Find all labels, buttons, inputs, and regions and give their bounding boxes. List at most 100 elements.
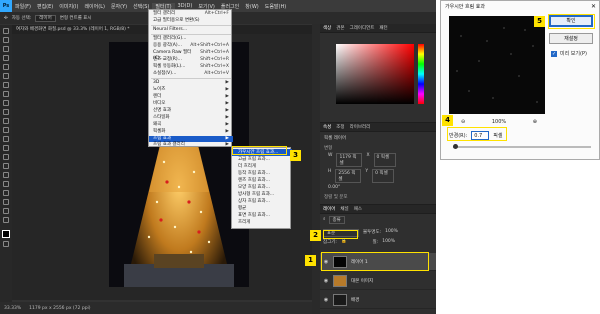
auto-select-label[interactable]: 자동 선택:: [12, 15, 32, 21]
eyedropper-tool-icon[interactable]: [3, 82, 9, 88]
zoom-level[interactable]: 33.33%: [4, 306, 21, 311]
menu-item[interactable]: 응용 광각(A)... Alt+Shift+Ctrl+A: [149, 43, 233, 49]
menu-item[interactable]: 노이즈 ▶: [149, 87, 233, 93]
brush-tool-icon[interactable]: [3, 100, 9, 106]
path-select-tool-icon[interactable]: [3, 181, 9, 187]
zoom-in-icon[interactable]: ⊕: [533, 119, 537, 127]
transform-controls-label[interactable]: 변형 컨트롤 표시: [60, 15, 92, 21]
lasso-tool-icon[interactable]: [3, 46, 9, 52]
eraser-tool-icon[interactable]: [3, 127, 9, 133]
x-field[interactable]: 0 픽셀: [373, 153, 396, 167]
menu-item[interactable]: 흐림 효과 갤러리 ▶: [149, 142, 233, 148]
tab-gradients[interactable]: 그레이디언트: [350, 24, 375, 32]
healing-tool-icon[interactable]: [3, 91, 9, 97]
menu-type[interactable]: 문자(Y): [108, 3, 130, 10]
menu-item[interactable]: 렌즈 교정(R)... Shift+Ctrl+R: [149, 57, 233, 63]
h-field[interactable]: 2556 픽셀: [335, 169, 362, 183]
y-field[interactable]: 0 픽셀: [372, 169, 395, 183]
layer-name[interactable]: 대본 이미지: [351, 278, 373, 284]
menu-item[interactable]: 필터 갤러리(G)...: [149, 36, 233, 42]
marquee-tool-icon[interactable]: [3, 37, 9, 43]
tab-libraries[interactable]: 라이브러리: [350, 123, 371, 131]
quick-mask-icon[interactable]: [3, 241, 9, 247]
dodge-tool-icon[interactable]: [3, 154, 9, 160]
submenu-item[interactable]: 모양 흐림 효과...: [232, 184, 292, 191]
eye-icon[interactable]: ◉: [323, 297, 329, 303]
submenu-item[interactable]: 흐리게: [232, 219, 292, 226]
menu-item[interactable]: 선명 효과 ▶: [149, 108, 233, 114]
eye-icon[interactable]: ◉: [323, 278, 329, 284]
radius-slider[interactable]: [453, 144, 591, 149]
layer-row-3[interactable]: ◉ 배경: [320, 291, 436, 309]
edit-toolbar-icon[interactable]: [3, 217, 9, 223]
menu-item[interactable]: 필터 갤러리 Alt+Ctrl+F: [149, 11, 233, 17]
stamp-tool-icon[interactable]: [3, 109, 9, 115]
gradient-tool-icon[interactable]: [3, 136, 9, 142]
submenu-item[interactable]: 렌즈 흐림 효과...: [232, 177, 292, 184]
menu-image[interactable]: 이미지(I): [56, 3, 81, 10]
frame-tool-icon[interactable]: [3, 73, 9, 79]
shape-tool-icon[interactable]: [3, 190, 9, 196]
menu-edit[interactable]: 편집(E): [34, 3, 56, 10]
menu-item[interactable]: 비디오 ▶: [149, 101, 233, 107]
menu-item[interactable]: 픽셀화 ▶: [149, 129, 233, 135]
menu-help[interactable]: 도움말(H): [262, 3, 289, 10]
menu-layer[interactable]: 레이어(L): [81, 3, 108, 10]
submenu-item[interactable]: 동작 흐림 효과...: [232, 170, 292, 177]
quick-select-tool-icon[interactable]: [3, 55, 9, 61]
layer-name[interactable]: 배경: [351, 297, 359, 303]
menu-item[interactable]: Camera Raw 필터(C)... Shift+Ctrl+A: [149, 50, 233, 61]
type-tool-icon[interactable]: [3, 172, 9, 178]
blur-preview[interactable]: [449, 16, 545, 114]
crop-tool-icon[interactable]: [3, 64, 9, 70]
hand-tool-icon[interactable]: [3, 199, 9, 205]
tab-layers[interactable]: 레이어: [323, 205, 335, 213]
preview-label[interactable]: 미리 보기(P): [560, 50, 587, 57]
radius-slider-handle[interactable]: [453, 144, 458, 149]
tab-patterns[interactable]: 패턴: [379, 24, 387, 32]
tab-color[interactable]: 색상: [323, 24, 331, 32]
opacity-field[interactable]: 100%: [385, 229, 398, 237]
submenu-item[interactable]: 방사형 흐림 효과...: [232, 191, 292, 198]
tab-properties[interactable]: 속성: [323, 123, 331, 131]
angle-field[interactable]: 0.00°: [320, 184, 436, 191]
tab-adjustments[interactable]: 조정: [336, 123, 344, 131]
reset-button[interactable]: 재설정: [549, 33, 593, 44]
lock-icon[interactable]: 🔒: [341, 239, 347, 245]
preview-checkbox[interactable]: ✓: [551, 50, 557, 57]
zoom-tool-icon[interactable]: [3, 208, 9, 214]
menu-item[interactable]: 스타일화 ▶: [149, 115, 233, 121]
tab-paths[interactable]: 패스: [354, 205, 362, 213]
layer-row-2[interactable]: ◉ 대본 이미지: [320, 272, 436, 290]
move-tool-icon[interactable]: ✣: [4, 16, 8, 21]
pen-tool-icon[interactable]: [3, 163, 9, 169]
menu-item[interactable]: 픽셀 유동화(L)... Shift+Ctrl+X: [149, 64, 233, 70]
color-picker-field[interactable]: [336, 44, 414, 104]
blur-tool-icon[interactable]: [3, 145, 9, 151]
submenu-item[interactable]: 고급 흐림 효과...: [232, 156, 292, 163]
close-icon[interactable]: ✕: [591, 1, 600, 13]
foreground-color-swatch[interactable]: [2, 230, 10, 238]
submenu-item[interactable]: 평균: [232, 205, 292, 212]
submenu-item[interactable]: 표면 흐림 효과...: [232, 212, 292, 219]
menu-item[interactable]: 3D ▶: [149, 80, 233, 86]
menu-item[interactable]: 왜곡 ▶: [149, 122, 233, 128]
layer-kind-filter[interactable]: 종류: [328, 216, 345, 224]
move-tool-icon[interactable]: [3, 28, 9, 34]
hue-slider[interactable]: [418, 44, 424, 104]
layer-select-dropdown[interactable]: 레이어: [35, 14, 56, 22]
history-brush-tool-icon[interactable]: [3, 118, 9, 124]
zoom-out-icon[interactable]: ⊖: [461, 119, 465, 127]
menu-file[interactable]: 파일(F): [12, 3, 34, 10]
w-field[interactable]: 1179 픽셀: [336, 153, 363, 167]
submenu-item[interactable]: 상자 흐림 효과...: [232, 198, 292, 205]
preview-checkbox-row[interactable]: ✓ 미리 보기(P): [551, 50, 587, 57]
menu-window[interactable]: 창(W): [242, 3, 261, 10]
tab-channels[interactable]: 채널: [340, 205, 348, 213]
submenu-item[interactable]: 더 흐리게: [232, 163, 292, 170]
menu-item[interactable]: 고급 필터용으로 변환(S): [149, 18, 233, 24]
fill-field[interactable]: 100%: [382, 239, 395, 245]
menu-item[interactable]: 소실점(V)... Alt+Ctrl+V: [149, 71, 233, 77]
menu-item[interactable]: Neural Filters...: [149, 27, 233, 33]
tab-swatches[interactable]: 견본: [336, 24, 344, 32]
